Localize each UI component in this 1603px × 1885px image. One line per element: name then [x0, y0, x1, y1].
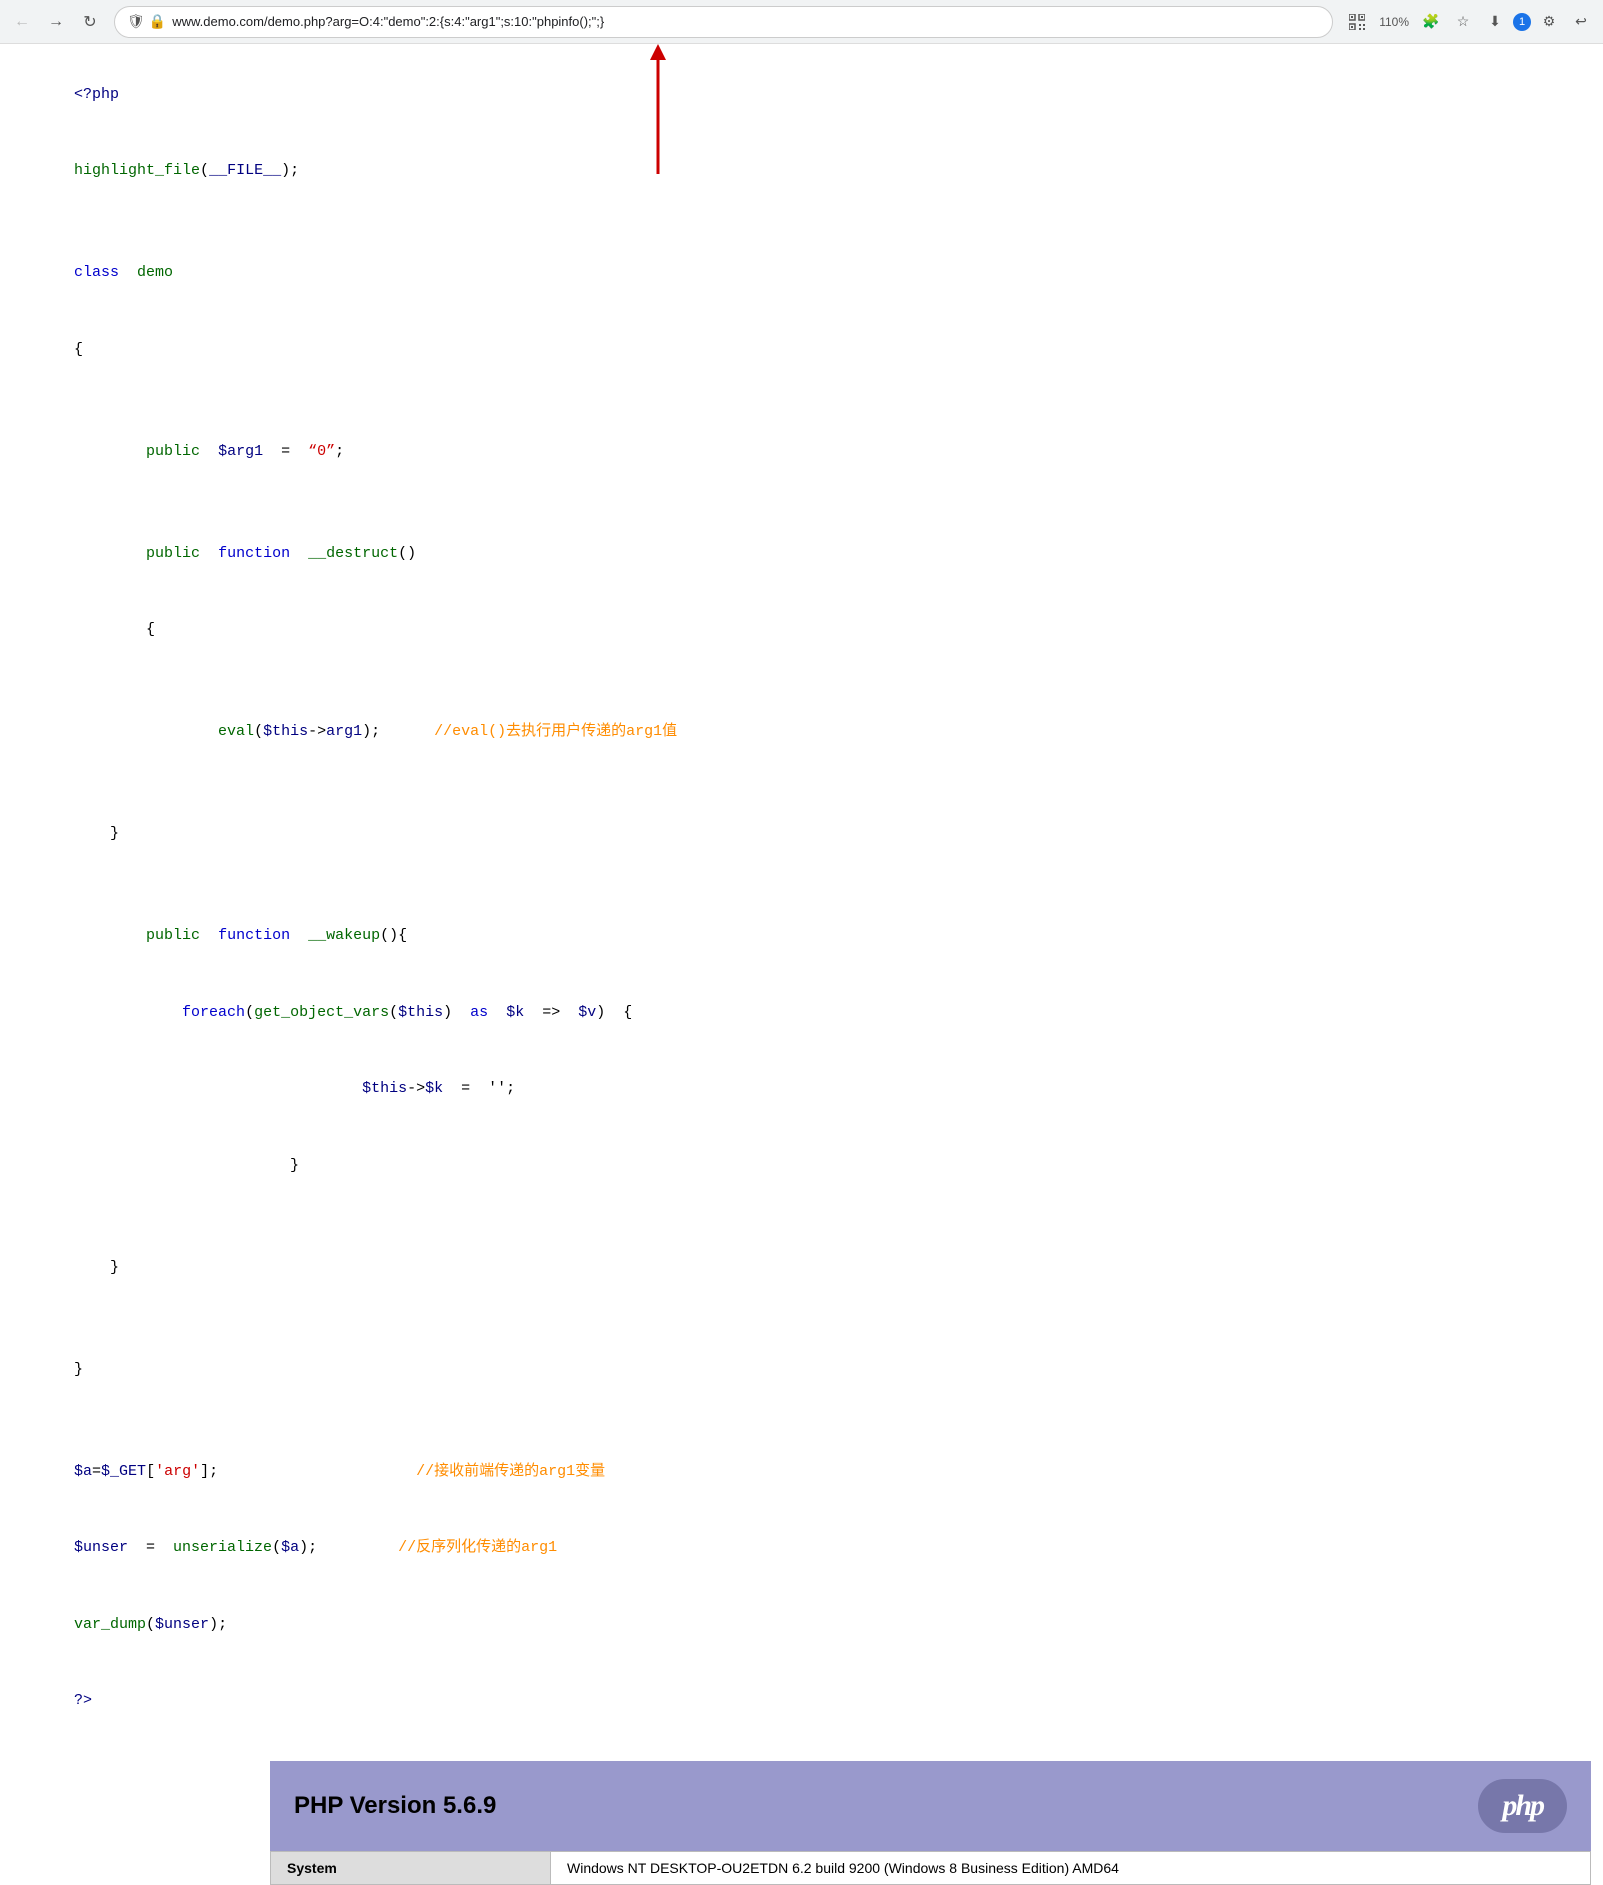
- line-destruct-open: {: [20, 592, 1583, 669]
- qr-icon[interactable]: [1343, 8, 1371, 36]
- line-wakeup-def: public function __wakeup(){: [20, 898, 1583, 975]
- line-blank-4: [20, 668, 1583, 694]
- line-class-open: {: [20, 311, 1583, 388]
- system-key: System: [271, 1852, 551, 1885]
- php-logo: php: [1478, 1779, 1567, 1833]
- reload-button[interactable]: ↻: [76, 8, 104, 36]
- code-display: <?php highlight_file(__FILE__); class de…: [0, 44, 1603, 1751]
- bookmark-icon[interactable]: ☆: [1449, 8, 1477, 36]
- line-class-def: class demo: [20, 235, 1583, 312]
- line-eval: eval($this->arg1); //eval()去执行用户传递的arg1值: [20, 694, 1583, 771]
- content-area: <?php highlight_file(__FILE__); class de…: [0, 44, 1603, 1885]
- line-php-close: ?>: [20, 1663, 1583, 1740]
- download-icon[interactable]: ⬇: [1481, 8, 1509, 36]
- info-icon: 🔒: [149, 13, 166, 30]
- line-destruct-def: public function __destruct(): [20, 515, 1583, 592]
- line-blank-3: [20, 490, 1583, 516]
- zoom-level[interactable]: 110%: [1375, 13, 1413, 31]
- line-this-assign: $this->$k = '';: [20, 1051, 1583, 1128]
- settings-icon[interactable]: ⚙: [1535, 8, 1563, 36]
- line-vardump: var_dump($unser);: [20, 1586, 1583, 1663]
- toolbar-right: 110% 🧩 ☆ ⬇ 1 ⚙ ↩: [1343, 8, 1595, 36]
- phpinfo-header: PHP Version 5.6.9 php: [270, 1761, 1591, 1851]
- phpinfo-table: System Windows NT DESKTOP-OU2ETDN 6.2 bu…: [270, 1851, 1591, 1885]
- line-blank-5: [20, 770, 1583, 796]
- system-value: Windows NT DESKTOP-OU2ETDN 6.2 build 920…: [551, 1852, 1591, 1885]
- line-foreach: foreach(get_object_vars($this) as $k => …: [20, 974, 1583, 1051]
- phpinfo-version: PHP Version 5.6.9: [294, 1792, 496, 1820]
- address-bar-icons: 🛡 🔒: [127, 13, 166, 30]
- line-blank-2: [20, 388, 1583, 414]
- line-property: public $arg1 = “0”;: [20, 413, 1583, 490]
- table-row: System Windows NT DESKTOP-OU2ETDN 6.2 bu…: [271, 1852, 1591, 1885]
- address-text: www.demo.com/demo.php?arg=O:4:"demo":2:{…: [172, 14, 1320, 29]
- php-logo-text: php: [1502, 1789, 1543, 1823]
- undo-icon[interactable]: ↩: [1567, 8, 1595, 36]
- phpinfo-section: PHP Version 5.6.9 php System Windows NT …: [270, 1761, 1591, 1885]
- line-highlight: highlight_file(__FILE__);: [20, 133, 1583, 210]
- line-get-var: $a=$_GET['arg']; //接收前端传递的arg1变量: [20, 1433, 1583, 1510]
- shield-icon: 🛡: [127, 13, 145, 30]
- line-blank-8: [20, 1306, 1583, 1332]
- line-blank-6: [20, 872, 1583, 898]
- back-button[interactable]: ←: [8, 8, 36, 36]
- address-bar-container[interactable]: 🛡 🔒 www.demo.com/demo.php?arg=O:4:"demo"…: [114, 6, 1333, 38]
- line-blank-7: [20, 1204, 1583, 1230]
- line-blank-1: [20, 209, 1583, 235]
- line-foreach-close: }: [20, 1127, 1583, 1204]
- line-wakeup-close: }: [20, 1229, 1583, 1306]
- forward-button[interactable]: →: [42, 8, 70, 36]
- line-unser: $unser = unserialize($a); //反序列化传递的arg1: [20, 1510, 1583, 1587]
- line-blank-9: [20, 1408, 1583, 1434]
- extensions-icon[interactable]: 🧩: [1417, 8, 1445, 36]
- line-php-open: <?php: [20, 56, 1583, 133]
- browser-chrome: ← → ↻ 🛡 🔒 www.demo.com/demo.php?arg=O:4:…: [0, 0, 1603, 44]
- notification-badge[interactable]: 1: [1513, 13, 1531, 31]
- line-class-close: }: [20, 1331, 1583, 1408]
- line-destruct-close: }: [20, 796, 1583, 873]
